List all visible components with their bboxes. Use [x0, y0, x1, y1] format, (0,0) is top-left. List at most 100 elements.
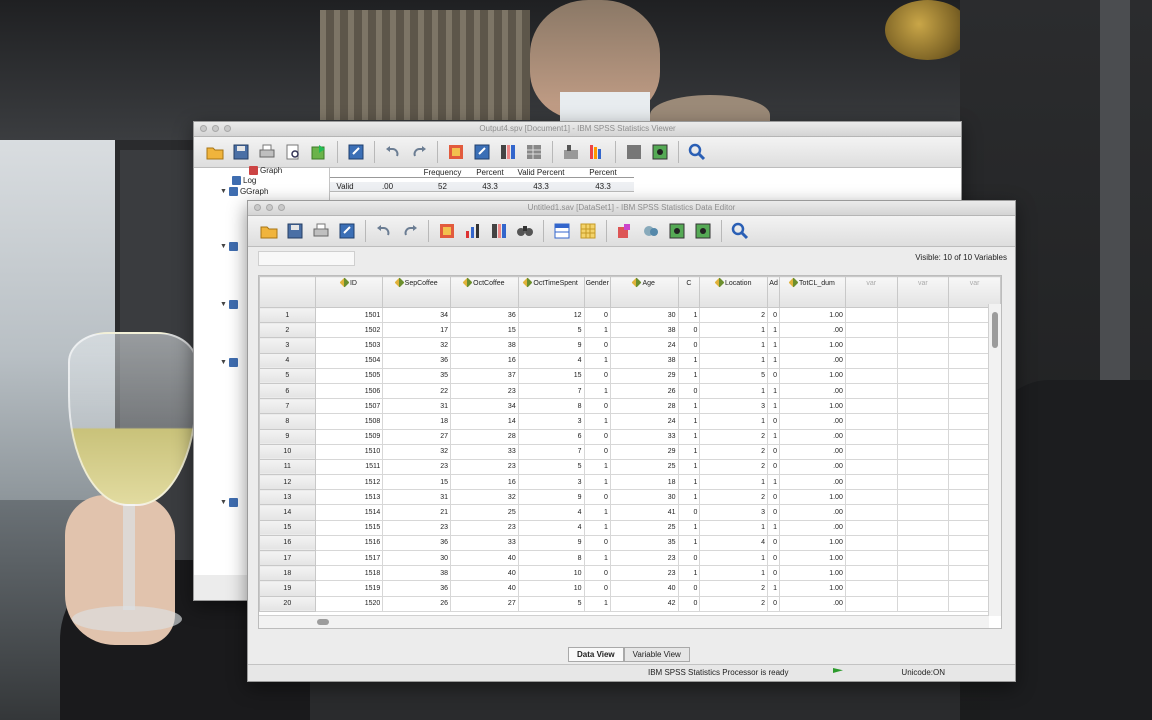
data-cell[interactable]: 31	[382, 489, 451, 506]
data-cell[interactable]	[896, 595, 950, 612]
data-cell[interactable]: 41	[609, 504, 679, 521]
data-cell[interactable]	[896, 580, 950, 597]
data-cell[interactable]: 36	[450, 306, 519, 324]
data-cell[interactable]: 9	[517, 534, 585, 552]
data-cell[interactable]: 1	[583, 458, 611, 476]
data-cell[interactable]	[896, 565, 950, 582]
open-folder-button[interactable]	[258, 220, 280, 242]
recall-dialog-button[interactable]	[471, 141, 493, 163]
table-row[interactable]: 20 1520 26 27 5 1 42 0 2 0.00	[259, 595, 1001, 612]
data-cell[interactable]: 1	[699, 352, 769, 369]
data-cell[interactable]	[896, 489, 950, 506]
weight-cases-button[interactable]	[640, 220, 662, 242]
data-cell[interactable]: 1513	[314, 489, 384, 506]
data-cell[interactable]	[844, 428, 898, 445]
data-cell[interactable]: 1	[677, 443, 701, 460]
data-cell[interactable]: 1502	[314, 322, 384, 339]
data-cell[interactable]: 0	[677, 337, 701, 354]
row-header[interactable]: 16	[259, 534, 316, 552]
data-cell[interactable]	[896, 504, 950, 521]
data-cell[interactable]: 1	[677, 398, 701, 415]
open-folder-button[interactable]	[204, 141, 226, 163]
data-cell[interactable]: 7	[517, 382, 585, 400]
data-cell[interactable]: 1507	[314, 398, 384, 415]
data-cell[interactable]: 10	[517, 565, 585, 582]
variables-button[interactable]	[497, 141, 519, 163]
data-cell[interactable]: 3	[517, 474, 585, 491]
data-cell[interactable]: 4	[517, 352, 585, 369]
outline-node-ggraph[interactable]: ▼ GGraph	[220, 187, 268, 196]
row-header[interactable]: 18	[259, 565, 316, 582]
data-cell[interactable]: 5	[517, 322, 585, 339]
export-button[interactable]	[308, 141, 330, 163]
data-cell[interactable]: 1519	[314, 580, 384, 597]
data-cell[interactable]: 23	[450, 458, 519, 476]
data-cell[interactable]	[896, 474, 950, 491]
goto-case-button[interactable]	[436, 220, 458, 242]
data-cell[interactable]: 6	[517, 428, 585, 445]
data-cell[interactable]: 1	[699, 549, 769, 567]
data-cell[interactable]: 16	[450, 474, 519, 491]
data-cell[interactable]: 33	[609, 428, 679, 445]
data-cell[interactable]: .00	[779, 504, 846, 521]
data-cell[interactable]: 23	[609, 549, 679, 567]
show-button[interactable]	[649, 141, 671, 163]
data-cell[interactable]: 1	[699, 382, 769, 400]
data-cell[interactable]: 38	[609, 352, 679, 369]
data-cell[interactable]: .00	[779, 474, 846, 491]
data-cell[interactable]: 10	[517, 580, 585, 597]
data-cell[interactable]: 36	[382, 534, 451, 552]
data-cell[interactable]: 1	[583, 413, 611, 430]
data-cell[interactable]: 1	[767, 352, 781, 369]
data-cell[interactable]: 8	[517, 398, 585, 415]
find-button[interactable]	[514, 220, 536, 242]
data-cell[interactable]: 0	[677, 504, 701, 521]
data-cell[interactable]: 1520	[314, 595, 384, 612]
data-cell[interactable]: 1	[583, 474, 611, 491]
data-cell[interactable]: .00	[779, 413, 846, 430]
triangle-down-icon[interactable]: ▼	[220, 359, 227, 366]
data-cell[interactable]	[844, 458, 898, 476]
data-cell[interactable]: 1	[767, 322, 781, 339]
data-cell[interactable]: 4	[517, 504, 585, 521]
data-cell[interactable]: 32	[382, 443, 451, 460]
table-row[interactable]: 9 1509 27 28 6 0 33 1 2 1.00	[259, 428, 1001, 445]
data-cell[interactable]: 8	[517, 549, 585, 567]
outline-node[interactable]: ▼	[220, 498, 238, 507]
data-cell[interactable]: 1.00	[779, 549, 846, 567]
data-cell[interactable]: 15	[517, 367, 585, 384]
data-cell[interactable]: 0	[583, 443, 611, 460]
data-cell[interactable]	[896, 428, 950, 445]
outline-node[interactable]: ▼	[220, 358, 238, 367]
data-cell[interactable]: 0	[677, 580, 701, 597]
undo-button[interactable]	[382, 141, 404, 163]
data-cell[interactable]	[896, 519, 950, 536]
outline-node[interactable]: ▼	[220, 242, 238, 251]
column-header[interactable]: TotCL_dum	[779, 276, 846, 308]
data-cell[interactable]	[896, 306, 950, 324]
tab-variable-view[interactable]: Variable View	[623, 647, 690, 662]
data-cell[interactable]: 1	[767, 398, 781, 415]
column-header[interactable]: SepCoffee	[382, 276, 451, 308]
data-cell[interactable]: 40	[450, 580, 519, 597]
column-header[interactable]: Gender	[583, 276, 611, 308]
data-cell[interactable]	[896, 352, 950, 369]
table-row[interactable]: 2 1502 17 15 5 1 38 0 1 1.00	[259, 322, 1001, 339]
data-cell[interactable]: 4	[517, 519, 585, 536]
row-header[interactable]: 1	[259, 306, 316, 324]
data-cell[interactable]: 1	[699, 474, 769, 491]
data-cell[interactable]: 24	[609, 413, 679, 430]
row-header[interactable]: 11	[259, 458, 316, 476]
data-cell[interactable]: 1	[677, 474, 701, 491]
table-row[interactable]: 1 1501 34 36 12 0 30 1 2 0 1.00	[259, 306, 1001, 324]
data-cell[interactable]: 1	[677, 489, 701, 506]
data-cell[interactable]: 1	[767, 519, 781, 536]
data-cell[interactable]: 23	[609, 565, 679, 582]
data-cell[interactable]: 1	[583, 595, 611, 612]
data-cell[interactable]: 23	[382, 519, 451, 536]
data-cell[interactable]: 1	[767, 474, 781, 491]
row-header[interactable]: 12	[259, 474, 316, 491]
data-cell[interactable]: 0	[767, 595, 781, 612]
table-row[interactable]: 15 1515 23 23 4 1 25 1 1 1.00	[259, 519, 1001, 536]
data-cell[interactable]	[844, 337, 898, 354]
